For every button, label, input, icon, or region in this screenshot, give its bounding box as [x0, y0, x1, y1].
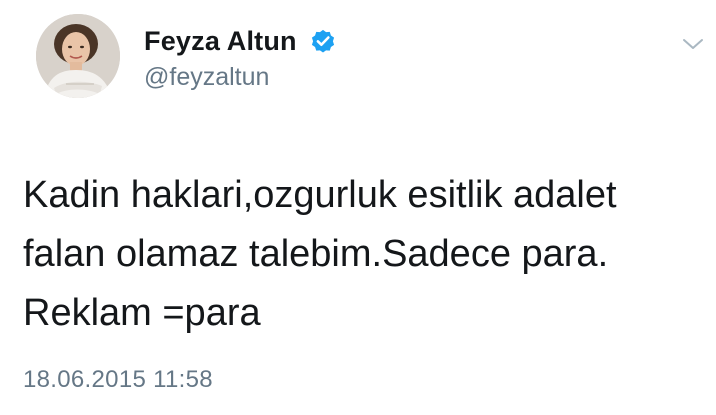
avatar[interactable]	[36, 14, 120, 98]
handle[interactable]: @feyzaltun	[144, 63, 269, 92]
timestamp[interactable]: 18.06.2015 11:58	[23, 366, 213, 394]
avatar-image	[36, 14, 120, 98]
verified-badge-icon	[311, 29, 335, 53]
chevron-down-icon[interactable]	[680, 34, 706, 54]
display-name[interactable]: Feyza Altun	[144, 26, 297, 57]
tweet-text: Kadin haklari,ozgurluk esitlik adalet fa…	[23, 174, 617, 334]
tweet-card: Feyza Altun @feyzaltun Kadin haklari,ozg…	[0, 0, 716, 415]
